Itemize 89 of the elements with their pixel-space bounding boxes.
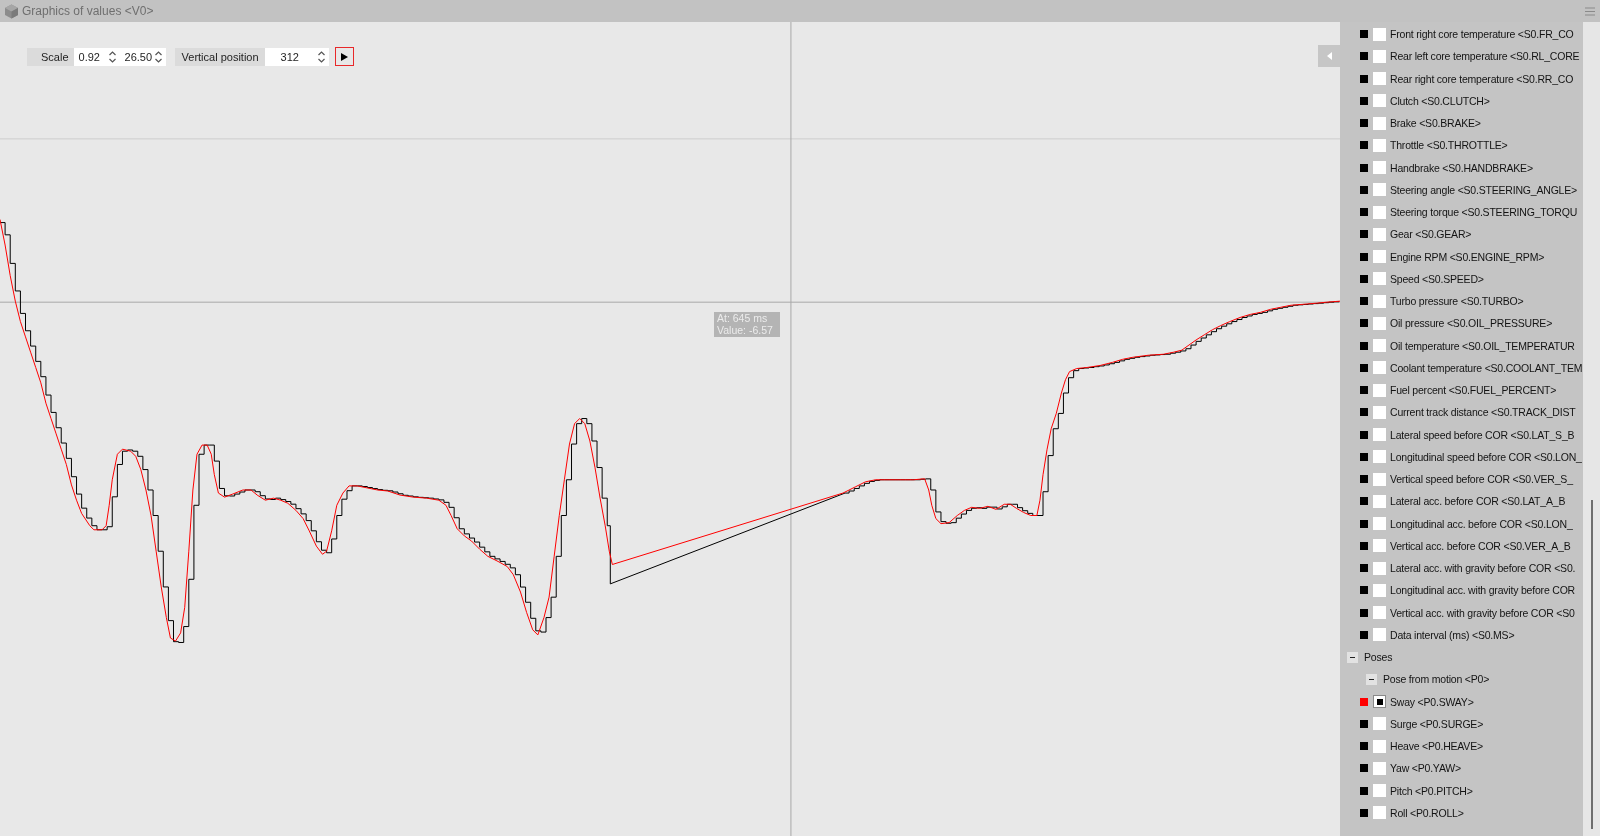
- checkbox[interactable]: [1373, 116, 1386, 130]
- signal-label[interactable]: Yaw <P0.YAW>: [1390, 762, 1461, 775]
- tree-group-label[interactable]: Pose from motion <P0>: [1383, 673, 1490, 686]
- menu-icon[interactable]: [1585, 6, 1595, 16]
- signal-label[interactable]: Longitudinal speed before COR <S0.LON_: [1390, 450, 1582, 463]
- checkbox[interactable]: [1373, 517, 1386, 531]
- checkbox[interactable]: [1373, 561, 1386, 575]
- signal-label[interactable]: Longitudinal acc. with gravity before COR: [1390, 584, 1575, 597]
- checkbox[interactable]: [1373, 27, 1386, 41]
- checkbox[interactable]: [1373, 539, 1386, 553]
- checkbox[interactable]: [1373, 494, 1386, 508]
- signal-label[interactable]: Handbrake <S0.HANDBRAKE>: [1390, 161, 1533, 174]
- checkbox[interactable]: [1373, 739, 1386, 753]
- checkbox[interactable]: [1373, 49, 1386, 63]
- collapse-panel-button[interactable]: [1318, 45, 1340, 67]
- signal-label[interactable]: Longitudinal acc. before COR <S0.LON_: [1390, 517, 1573, 530]
- tree-group-label[interactable]: Poses: [1364, 651, 1393, 664]
- checkbox[interactable]: [1373, 761, 1386, 775]
- signal-label[interactable]: Oil temperature <S0.OIL_TEMPERATUR: [1390, 339, 1575, 352]
- checkbox[interactable]: [1373, 361, 1386, 375]
- minus-icon[interactable]: [1347, 651, 1358, 663]
- cube-icon: [4, 3, 19, 19]
- signal-label[interactable]: Data interval (ms) <S0.MS>: [1390, 628, 1515, 641]
- checkbox[interactable]: [1373, 628, 1386, 642]
- scale-spin-field[interactable]: 0.92: [73, 47, 120, 66]
- checkbox[interactable]: [1373, 250, 1386, 264]
- signal-label[interactable]: Clutch <S0.CLUTCH>: [1390, 94, 1490, 107]
- signal-label[interactable]: Vertical acc. before COR <S0.VER_A_B: [1390, 539, 1571, 552]
- checkbox[interactable]: [1373, 606, 1386, 620]
- checkbox[interactable]: [1373, 472, 1386, 486]
- scrollbar-thumb[interactable]: [1591, 500, 1593, 829]
- caret-left-icon: [1326, 52, 1332, 60]
- window-title: Graphics of values <V0>: [22, 4, 154, 18]
- signal-label[interactable]: Throttle <S0.THROTTLE>: [1390, 139, 1508, 152]
- signal-label[interactable]: Fuel percent <S0.FUEL_PERCENT>: [1390, 384, 1557, 397]
- checkbox[interactable]: [1373, 138, 1386, 152]
- checkbox[interactable]: [1373, 161, 1386, 175]
- signal-label[interactable]: Sway <P0.SWAY>: [1390, 695, 1474, 708]
- checkbox[interactable]: [1373, 316, 1386, 330]
- signal-label[interactable]: Engine RPM <S0.ENGINE_RPM>: [1390, 250, 1545, 263]
- signal-label[interactable]: Rear left core temperature <S0.RL_CORE: [1390, 50, 1580, 63]
- up-down-arrows-icon[interactable]: [317, 49, 325, 64]
- signal-label[interactable]: Roll <P0.ROLL>: [1390, 806, 1464, 819]
- checkbox[interactable]: [1373, 428, 1386, 442]
- checkbox[interactable]: [1373, 227, 1386, 241]
- signal-label[interactable]: Steering angle <S0.STEERING_ANGLE>: [1390, 183, 1577, 196]
- play-button[interactable]: [334, 47, 354, 66]
- checkbox[interactable]: [1373, 450, 1386, 464]
- checkbox[interactable]: [1373, 717, 1386, 731]
- signal-label[interactable]: Lateral acc. before COR <S0.LAT_A_B: [1390, 495, 1566, 508]
- vertical-position-label: Vertical position: [174, 47, 265, 66]
- scale-label: Scale: [27, 47, 74, 66]
- checkbox[interactable]: [1373, 339, 1386, 353]
- signal-label[interactable]: Surge <P0.SURGE>: [1390, 717, 1484, 730]
- minus-icon[interactable]: [1366, 673, 1377, 685]
- signal-label[interactable]: Oil pressure <S0.OIL_PRESSURE>: [1390, 317, 1553, 330]
- vertical-position-spin-field[interactable]: 312: [264, 47, 329, 66]
- signal-label[interactable]: Coolant temperature <S0.COOLANT_TEM: [1390, 361, 1583, 374]
- checkbox[interactable]: [1373, 205, 1386, 219]
- checkbox[interactable]: [1373, 583, 1386, 597]
- play-icon: [340, 52, 348, 61]
- checkbox[interactable]: [1373, 383, 1386, 397]
- signal-label[interactable]: Brake <S0.BRAKE>: [1390, 117, 1481, 130]
- signal-label[interactable]: Front right core temperature <S0.FR_CO: [1390, 28, 1574, 41]
- signal-label[interactable]: Heave <P0.HEAVE>: [1390, 740, 1483, 753]
- signal-label[interactable]: Pitch <P0.PITCH>: [1390, 784, 1473, 797]
- checkbox[interactable]: [1373, 183, 1386, 197]
- scale-spin-field[interactable]: 26.50: [119, 47, 166, 66]
- signal-label[interactable]: Speed <S0.SPEED>: [1390, 272, 1484, 285]
- checkbox[interactable]: [1373, 806, 1386, 820]
- checkbox[interactable]: [1373, 405, 1386, 419]
- signal-label[interactable]: Turbo pressure <S0.TURBO>: [1390, 295, 1524, 308]
- checkbox[interactable]: [1373, 784, 1386, 798]
- up-down-arrows-icon[interactable]: [154, 49, 162, 64]
- signal-label[interactable]: Vertical speed before COR <S0.VER_S_: [1390, 473, 1573, 486]
- signal-label[interactable]: Lateral speed before COR <S0.LAT_S_B: [1390, 428, 1575, 441]
- signal-label[interactable]: Lateral acc. with gravity before COR <S0.: [1390, 562, 1576, 575]
- checkbox[interactable]: [1373, 94, 1386, 108]
- checkbox[interactable]: [1373, 72, 1386, 86]
- checkbox[interactable]: [1373, 695, 1386, 709]
- signal-label[interactable]: Current track distance <S0.TRACK_DIST: [1390, 406, 1576, 419]
- signal-label[interactable]: Rear right core temperature <S0.RR_CO: [1390, 72, 1574, 85]
- signal-label[interactable]: Vertical acc. with gravity before COR <S0: [1390, 606, 1575, 619]
- signal-label[interactable]: Gear <S0.GEAR>: [1390, 228, 1472, 241]
- signal-label[interactable]: Steering torque <S0.STEERING_TORQU: [1390, 206, 1578, 219]
- up-down-arrows-icon[interactable]: [108, 49, 116, 64]
- checkbox[interactable]: [1373, 294, 1386, 308]
- checkbox[interactable]: [1373, 272, 1386, 286]
- scrollbar[interactable]: [1583, 22, 1600, 836]
